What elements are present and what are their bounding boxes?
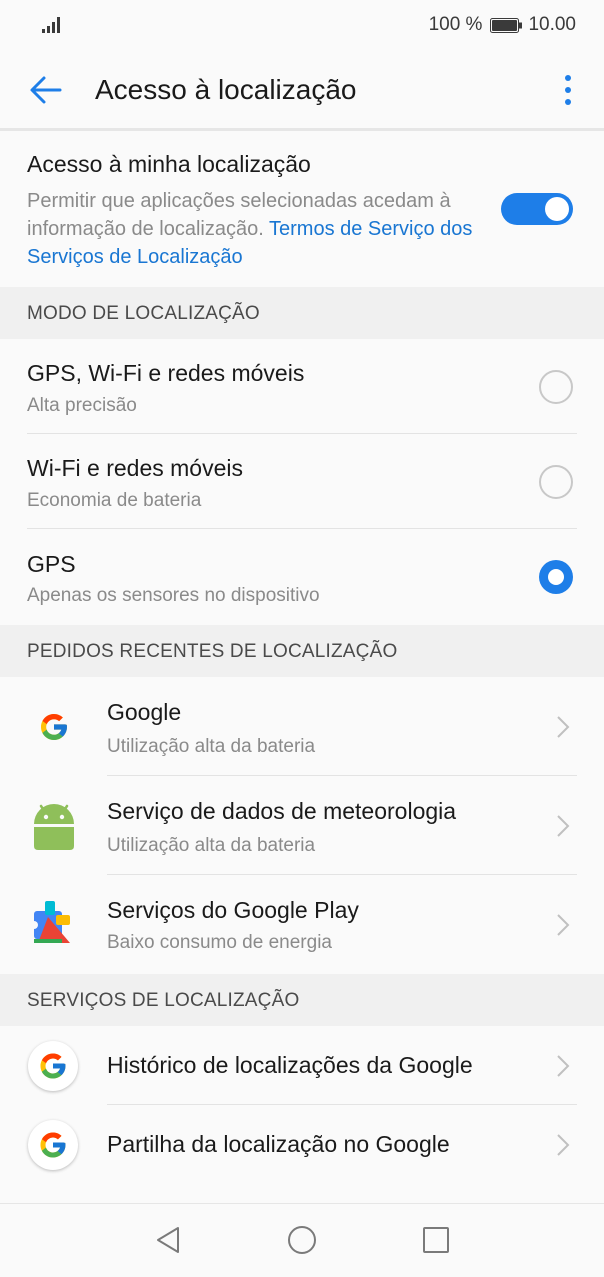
option-title: GPS, Wi-Fi e redes móveis xyxy=(27,360,305,386)
item-title: Partilha da localização no Google xyxy=(107,1131,450,1157)
battery-icon xyxy=(490,17,523,33)
chevron-right-icon xyxy=(557,815,570,837)
mode-option-high-accuracy[interactable]: GPS, Wi-Fi e redes móveis Alta precisão xyxy=(0,339,604,434)
location-access-row[interactable]: Acesso à minha localização Permitir que … xyxy=(0,131,604,287)
section-header-label: MODO DE LOCALIZAÇÃO xyxy=(27,303,260,324)
section-header-label: PEDIDOS RECENTES DE LOCALIZAÇÃO xyxy=(27,641,398,662)
chevron-right-icon xyxy=(557,716,570,738)
battery-percent: 100 % xyxy=(428,14,483,35)
option-title: Wi-Fi e redes móveis xyxy=(27,455,243,481)
chevron-right-icon xyxy=(557,914,570,936)
section-header-recent: PEDIDOS RECENTES DE LOCALIZAÇÃO xyxy=(0,625,604,677)
option-subtitle: Economia de bateria xyxy=(27,490,202,511)
section-header-services: SERVIÇOS DE LOCALIZAÇÃO xyxy=(0,974,604,1026)
option-title: GPS xyxy=(27,551,76,577)
mode-option-battery-saving[interactable]: Wi-Fi e redes móveis Economia de bateria xyxy=(0,434,604,529)
service-item-location-sharing[interactable]: Partilha da localização no Google xyxy=(0,1105,604,1185)
item-subtitle: Utilização alta da bateria xyxy=(107,736,316,757)
signal-icon xyxy=(42,17,60,33)
navigation-bar xyxy=(0,1203,604,1277)
google-icon xyxy=(41,714,67,740)
service-item-location-history[interactable]: Histórico de localizações da Google xyxy=(0,1026,604,1105)
item-subtitle: Baixo consumo de energia xyxy=(107,932,332,953)
android-icon xyxy=(34,804,74,850)
clock: 10.00 xyxy=(528,14,576,35)
section-header-mode: MODO DE LOCALIZAÇÃO xyxy=(0,287,604,339)
radio-high-accuracy[interactable] xyxy=(539,370,573,404)
location-access-title: Acesso à minha localização xyxy=(27,151,311,177)
option-subtitle: Alta precisão xyxy=(27,395,137,416)
recents-nav-icon[interactable] xyxy=(420,1224,452,1256)
location-access-switch[interactable] xyxy=(501,193,573,225)
radio-device-only[interactable] xyxy=(539,560,573,594)
location-access-description: Permitir que aplicações selecionadas ace… xyxy=(27,187,497,271)
home-nav-icon[interactable] xyxy=(286,1224,318,1256)
item-title: Histórico de localizações da Google xyxy=(107,1052,473,1078)
google-play-services-icon xyxy=(30,901,70,943)
back-nav-icon[interactable] xyxy=(152,1224,184,1256)
chevron-right-icon xyxy=(557,1055,570,1077)
section-header-label: SERVIÇOS DE LOCALIZAÇÃO xyxy=(27,990,300,1011)
mode-option-device-only[interactable]: GPS Apenas os sensores no dispositivo xyxy=(0,529,604,625)
item-subtitle: Utilização alta da bateria xyxy=(107,835,316,856)
radio-battery-saving[interactable] xyxy=(539,465,573,499)
recent-item-weather[interactable]: Serviço de dados de meteorologia Utiliza… xyxy=(0,776,604,875)
camera-notch xyxy=(219,0,385,50)
item-title: Serviço de dados de meteorologia xyxy=(107,798,457,824)
app-bar: Acesso à localização xyxy=(0,52,604,131)
recent-item-google[interactable]: Google Utilização alta da bateria xyxy=(0,677,604,776)
recent-item-play-services[interactable]: Serviços do Google Play Baixo consumo de… xyxy=(0,875,604,974)
switch-knob xyxy=(545,197,569,221)
back-arrow-icon[interactable] xyxy=(28,72,64,108)
google-icon xyxy=(28,1120,78,1170)
chevron-right-icon xyxy=(557,1134,570,1156)
item-title: Google xyxy=(107,699,182,725)
status-bar: 100 % 10.00 xyxy=(0,0,604,52)
google-icon xyxy=(28,1041,78,1091)
item-title: Serviços do Google Play xyxy=(107,897,359,923)
page-title: Acesso à localização xyxy=(95,74,357,105)
option-subtitle: Apenas os sensores no dispositivo xyxy=(27,585,320,606)
more-options-icon[interactable] xyxy=(558,72,578,108)
